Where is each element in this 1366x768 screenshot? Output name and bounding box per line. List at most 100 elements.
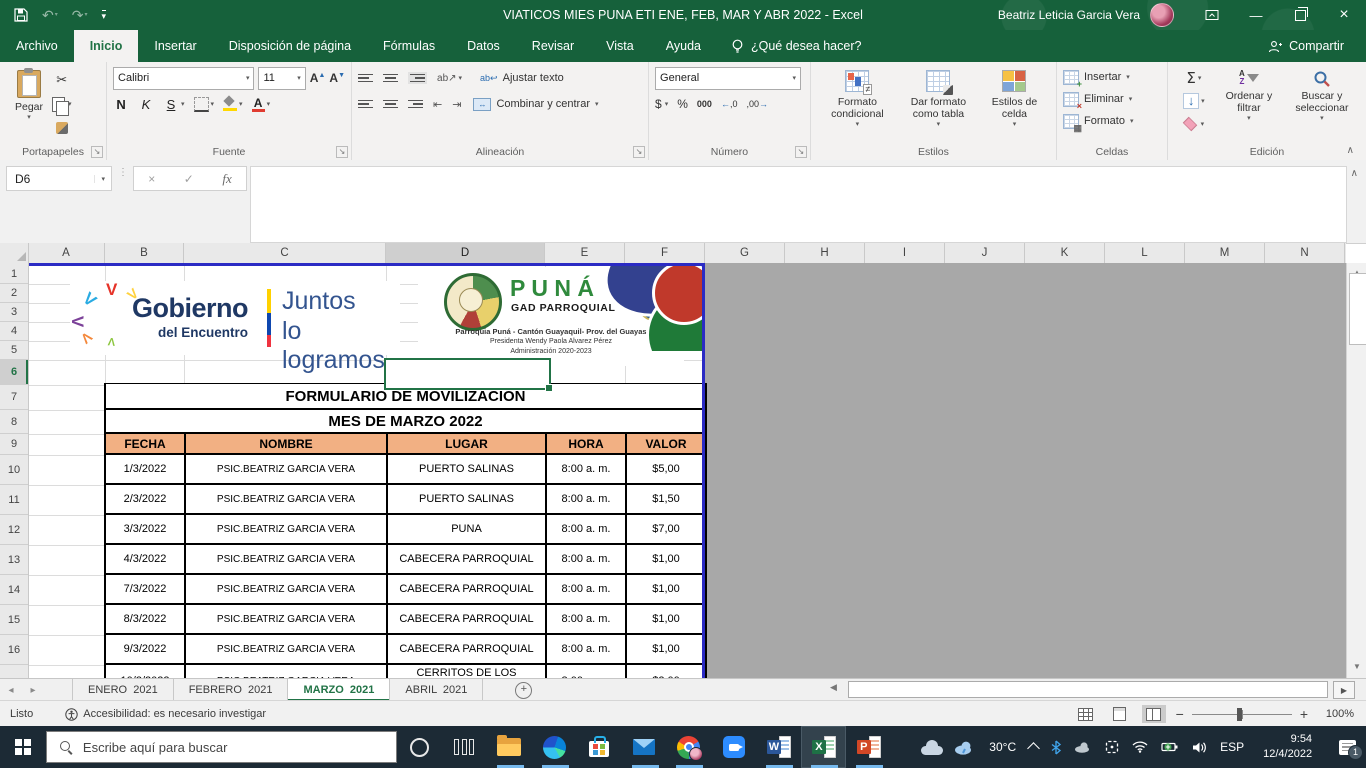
excel-button[interactable]: X (801, 726, 846, 768)
column-header-h[interactable]: H (785, 243, 865, 263)
table-cell[interactable]: PSIC.BEATRIZ GARCIA VERA (185, 604, 387, 634)
decrease-decimal-icon[interactable]: ,00→ (746, 99, 768, 109)
table-cell[interactable]: 8:00 a. m. (546, 454, 626, 484)
decrease-indent-icon[interactable]: ⇤ (433, 98, 442, 111)
sheet-tab-enero-2021[interactable]: ENERO 2021 (72, 679, 174, 701)
italic-button[interactable]: K (138, 97, 154, 112)
zoom-in-icon[interactable]: + (1300, 706, 1308, 722)
zoom-out-icon[interactable]: − (1176, 706, 1184, 722)
column-header-c[interactable]: C (184, 243, 386, 263)
table-cell[interactable]: 8:00 a. m. (546, 544, 626, 574)
name-box[interactable]: D6▾ (6, 166, 112, 191)
enter-entry-icon[interactable]: ✓ (184, 172, 194, 186)
mail-button[interactable] (622, 726, 667, 768)
table-cell[interactable]: CABECERA PARROQUIAL (387, 544, 546, 574)
collapse-ribbon-icon[interactable]: ∧ (1347, 145, 1354, 156)
hscroll-left-icon[interactable]: ◀ (830, 682, 837, 693)
horizontal-scrollbar[interactable] (848, 681, 1328, 698)
row-header-10[interactable]: 10 (0, 455, 28, 485)
start-button[interactable] (0, 726, 46, 768)
row-header-14[interactable]: 14 (0, 575, 28, 605)
font-size-select[interactable]: 11▾ (258, 67, 305, 90)
accessibility-status[interactable]: Accesibilidad: es necesario investigar (47, 708, 266, 721)
row-header-5[interactable]: 5 (0, 341, 28, 360)
clipboard-dialog-launcher-icon[interactable]: ↘ (91, 146, 103, 158)
table-cell[interactable]: 10/3/2022 (105, 664, 185, 678)
row-header-15[interactable]: 15 (0, 605, 28, 635)
font-color-icon[interactable]: A (252, 97, 265, 112)
restore-button[interactable] (1278, 0, 1322, 30)
sheet-tab-marzo-2021[interactable]: MARZO 2021 (288, 679, 390, 701)
row-header-4[interactable]: 4 (0, 322, 28, 341)
save-icon[interactable] (14, 8, 28, 22)
user-avatar[interactable] (1150, 3, 1174, 27)
table-cell[interactable]: PSIC.BEATRIZ GARCIA VERA (185, 574, 387, 604)
table-cell[interactable]: 1/3/2022 (105, 454, 185, 484)
merge-center-button[interactable]: ↔ Combinar y centrar ▾ (473, 92, 598, 116)
column-header-i[interactable]: I (865, 243, 945, 263)
row-header-3[interactable]: 3 (0, 303, 28, 322)
ribbon-tab-inicio[interactable]: Inicio (74, 30, 139, 62)
formula-bar-divider[interactable]: ⋮ (118, 170, 128, 175)
table-cell[interactable]: $1,00 (626, 604, 706, 634)
redo-icon[interactable]: ↷▾ (72, 8, 88, 22)
taskbar-search[interactable]: Escribe aquí para buscar (46, 731, 397, 763)
table-cell[interactable]: 4/3/2022 (105, 544, 185, 574)
table-cell[interactable]: $5,00 (626, 454, 706, 484)
column-header-b[interactable]: B (105, 243, 184, 263)
increase-indent-icon[interactable]: ⇥ (452, 98, 461, 111)
table-cell[interactable]: $1,00 (626, 544, 706, 574)
table-cell[interactable]: $1,00 (626, 574, 706, 604)
orientation-icon[interactable]: ab↗ (437, 73, 457, 84)
ribbon-tab-disposici-n-de-p-gina[interactable]: Disposición de página (213, 30, 367, 62)
column-header-j[interactable]: J (945, 243, 1025, 263)
table-cell[interactable]: CABECERA PARROQUIAL (387, 634, 546, 664)
undo-icon[interactable]: ↶▾ (42, 8, 58, 22)
autosum-icon[interactable]: Σ▾ (1174, 68, 1214, 88)
table-cell[interactable]: 8:00 a. m. (546, 634, 626, 664)
align-middle-icon[interactable] (383, 74, 398, 83)
battery-charging-icon[interactable] (1161, 741, 1179, 753)
wrap-text-button[interactable]: ab↩ Ajustar texto (480, 66, 564, 90)
table-cell[interactable]: 8:00 a. m. (546, 574, 626, 604)
row-header-12[interactable]: 12 (0, 515, 28, 545)
delete-cells-button[interactable]: × Eliminar▾ (1063, 88, 1161, 110)
onedrive-button[interactable] (909, 726, 954, 768)
table-cell[interactable]: 7/3/2022 (105, 574, 185, 604)
table-header-hora[interactable]: HORA (546, 433, 626, 454)
row-header-13[interactable]: 13 (0, 545, 28, 575)
page-break-preview-icon[interactable] (1142, 705, 1166, 723)
number-dialog-launcher-icon[interactable]: ↘ (795, 146, 807, 158)
align-bottom-icon[interactable] (408, 72, 427, 85)
row-header-1[interactable]: 1 (0, 265, 28, 284)
align-center-icon[interactable] (383, 100, 398, 109)
find-select-button[interactable]: Buscar y seleccionar ▾ (1284, 66, 1360, 134)
bluetooth-icon[interactable] (1051, 740, 1061, 755)
cortana-button[interactable] (397, 726, 442, 768)
close-button[interactable]: × (1322, 0, 1366, 30)
table-cell[interactable]: 8:00 a. m. (546, 604, 626, 634)
ribbon-display-options-icon[interactable] (1190, 0, 1234, 30)
table-cell[interactable]: $1,50 (626, 484, 706, 514)
underline-button[interactable]: S (163, 97, 179, 112)
alignment-dialog-launcher-icon[interactable]: ↘ (633, 146, 645, 158)
row-header-9[interactable]: 9 (0, 434, 28, 455)
notification-center-icon[interactable]: 1 (1339, 740, 1356, 755)
chrome-button[interactable] (666, 726, 711, 768)
ribbon-tab-revisar[interactable]: Revisar (516, 30, 590, 62)
ribbon-tab-f-rmulas[interactable]: Fórmulas (367, 30, 451, 62)
ribbon-tab-vista[interactable]: Vista (590, 30, 650, 62)
microsoft-store-button[interactable] (577, 726, 622, 768)
align-left-icon[interactable] (358, 100, 373, 109)
table-cell[interactable]: CERRITOS DE LOS (387, 664, 546, 678)
conditional-formatting-button[interactable]: ≠ Formato condicional ▾ (819, 66, 895, 129)
table-cell[interactable]: PSIC.BEATRIZ GARCIA VERA (185, 484, 387, 514)
fill-handle[interactable] (545, 384, 553, 392)
thousands-format-icon[interactable]: 000 (697, 99, 712, 109)
increase-decimal-icon[interactable]: ←,0 (721, 99, 738, 109)
percent-format-icon[interactable]: % (677, 97, 688, 111)
table-cell[interactable]: $1,00 (626, 634, 706, 664)
wifi-icon[interactable] (1132, 741, 1148, 753)
fill-color-icon[interactable] (223, 97, 237, 111)
table-cell[interactable]: 8:00 a. m. (546, 484, 626, 514)
